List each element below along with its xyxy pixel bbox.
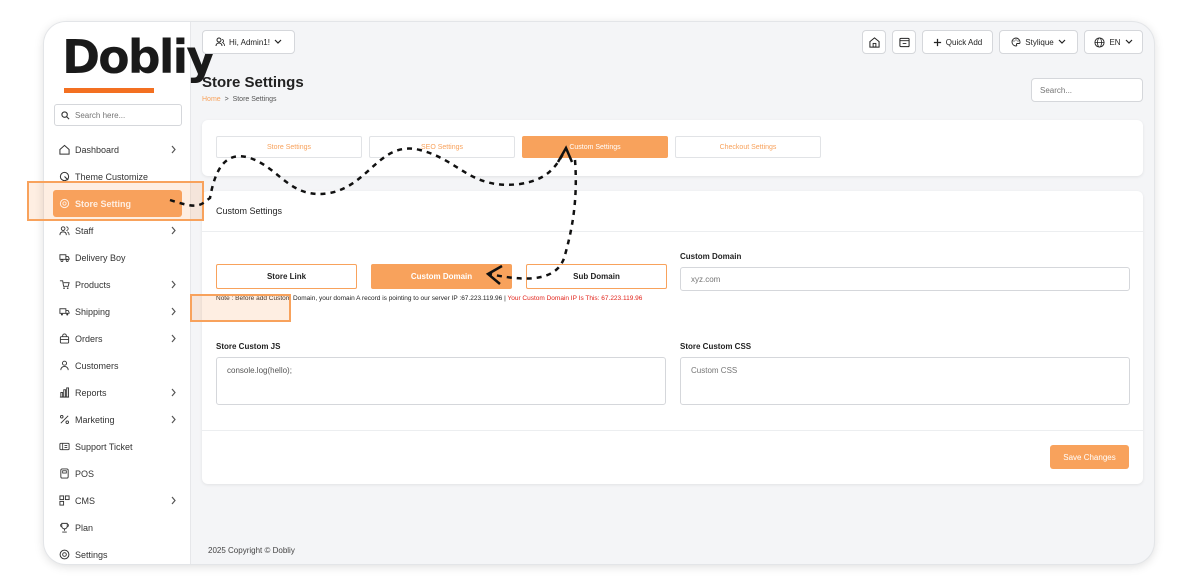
arrow-to-custom-domain [489,159,578,280]
arrowhead [556,145,574,163]
tutorial-arrows [169,145,578,285]
arrow-to-custom-settings [169,147,567,207]
